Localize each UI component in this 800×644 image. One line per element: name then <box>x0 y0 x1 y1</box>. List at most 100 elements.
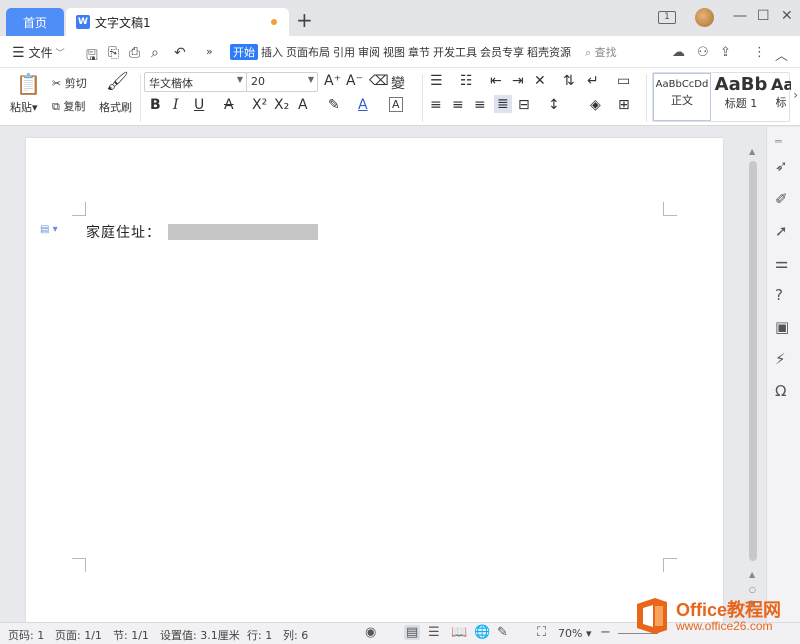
file-menu[interactable]: ☰ 文件 ﹀ <box>12 44 65 61</box>
scroll-up-icon[interactable]: ▲ <box>749 147 755 156</box>
fit-page-icon[interactable]: ⛶ <box>537 625 546 640</box>
font-size-select[interactable]: 20 ▼ <box>246 72 318 92</box>
strikethrough-icon[interactable]: A <box>224 97 234 113</box>
image-icon[interactable]: ▣ <box>775 318 789 336</box>
symbol-icon[interactable]: Ω <box>775 382 786 400</box>
maximize-button[interactable]: ☐ <box>757 8 770 24</box>
tab-developer[interactable]: 开发工具 <box>433 44 477 60</box>
style-heading-1[interactable]: AaBb 标题 1 <box>713 73 769 121</box>
chinese-layout-icon[interactable]: ✕ <box>534 73 546 89</box>
more-vertical-icon[interactable]: ⋮ <box>753 45 766 60</box>
distributed-icon[interactable]: ⊟ <box>518 97 530 113</box>
more-icon[interactable]: » <box>206 45 213 58</box>
underline-icon[interactable]: U <box>194 97 204 113</box>
close-button[interactable]: ✕ <box>781 8 793 24</box>
align-right-icon[interactable]: ≡ <box>474 97 486 113</box>
cursor-icon[interactable]: ➚ <box>775 222 788 240</box>
share-icon[interactable]: ⇪ <box>720 45 731 60</box>
collapse-ribbon-icon[interactable]: ︿ <box>775 45 788 64</box>
help-icon[interactable]: ? <box>775 286 783 304</box>
watermark-logo: Office教程网 www.office26.com <box>633 594 793 640</box>
ribbon: 📋 粘贴▾ ✂ 剪切 ⧉ 复制 🖌 格式刷 华文楷体 ▼ 20 ▼ A⁺ A⁻ … <box>0 68 800 126</box>
new-tab-button[interactable]: + <box>296 10 313 30</box>
cloud-icon[interactable]: ☁ <box>672 45 685 60</box>
subscript-icon[interactable]: X₂ <box>274 97 289 113</box>
line-spacing-icon[interactable]: ↕ <box>548 97 560 113</box>
chevron-right-icon[interactable]: › <box>793 88 798 102</box>
copy-button[interactable]: ⧉ 复制 <box>52 98 85 114</box>
sort-icon[interactable]: ⇅ <box>563 73 575 89</box>
grow-font-icon[interactable]: A⁺ <box>324 73 341 89</box>
phonetic-icon[interactable]: 變 <box>391 73 405 93</box>
format-painter-button[interactable]: 格式刷 <box>99 99 132 115</box>
vertical-scrollbar[interactable]: ▲ ▲ ○ ▼ <box>745 127 761 622</box>
char-border-icon[interactable]: A <box>389 97 403 112</box>
print-icon[interactable]: ⎙ <box>129 45 140 61</box>
paste-button[interactable]: 粘贴▾ <box>10 99 38 115</box>
settings-slider-icon[interactable]: ⚌ <box>775 254 788 272</box>
tab-references[interactable]: 引用 <box>333 44 355 60</box>
font-color-icon[interactable]: A <box>358 97 368 113</box>
tab-review[interactable]: 审阅 <box>358 44 380 60</box>
tab-page-layout[interactable]: 页面布局 <box>286 44 330 60</box>
paragraph-handle-icon[interactable]: ▤ ▾ <box>40 224 58 235</box>
tab-insert[interactable]: 插入 <box>261 44 283 60</box>
document-page[interactable]: ▤ ▾ 家庭住址： <box>26 138 723 622</box>
page-view-icon[interactable]: ▤ <box>404 625 420 640</box>
bullet-list-icon[interactable]: ☰ <box>430 73 443 89</box>
edit-icon[interactable]: ✎ <box>497 625 508 640</box>
shading-icon[interactable]: ◈ <box>590 97 601 113</box>
font-name-select[interactable]: 华文楷体 ▼ <box>144 72 247 92</box>
window-layout-icon[interactable]: 1 <box>658 11 676 24</box>
justify-icon[interactable]: ≣ <box>494 95 512 113</box>
print-preview-icon[interactable]: ⌕ <box>151 45 159 61</box>
bold-icon[interactable]: B <box>150 97 161 113</box>
tab-chapter[interactable]: 章节 <box>408 44 430 60</box>
numbered-list-icon[interactable]: ☷ <box>460 73 473 89</box>
tab-document[interactable]: W 文字文稿1 <box>66 8 289 36</box>
highlight-icon[interactable]: ✎ <box>328 97 340 113</box>
zoom-out-icon[interactable]: − <box>600 625 611 640</box>
superscript-icon[interactable]: X² <box>252 97 267 113</box>
tab-start[interactable]: 开始 <box>230 44 258 60</box>
decrease-indent-icon[interactable]: ⇤ <box>490 73 502 89</box>
tab-view[interactable]: 视图 <box>383 44 405 60</box>
undo-icon[interactable]: ↶ <box>174 45 186 61</box>
scroll-up-icon[interactable]: ▲ <box>749 570 755 579</box>
scroll-center-icon[interactable]: ○ <box>749 585 756 594</box>
text-effect-icon[interactable]: A <box>298 97 308 113</box>
italic-icon[interactable]: I <box>173 97 179 113</box>
paste-icon[interactable]: 📋 <box>16 72 41 96</box>
drag-handle-icon[interactable]: ═ <box>775 135 782 148</box>
scrollbar-thumb[interactable] <box>749 161 757 561</box>
align-center-icon[interactable]: ≡ <box>452 97 464 113</box>
minimize-button[interactable]: — <box>733 8 747 24</box>
export-pdf-icon[interactable]: ⎘ <box>108 45 119 61</box>
tab-member[interactable]: 会员专享 <box>480 44 524 60</box>
style-normal[interactable]: AaBbCcDd 正文 <box>653 73 711 121</box>
pen-icon[interactable]: ✐ <box>775 190 788 208</box>
tab-home[interactable]: 首页 <box>6 8 64 36</box>
cut-button[interactable]: ✂ 剪切 <box>52 75 87 91</box>
outline-view-icon[interactable]: ☰ <box>428 625 440 640</box>
web-view-icon[interactable]: 🌐 <box>474 625 490 640</box>
tab-docer[interactable]: 稻壳资源 <box>527 44 571 60</box>
eye-protection-icon[interactable]: ◉ <box>365 625 376 640</box>
zoom-value[interactable]: 70% ▾ <box>558 627 591 640</box>
save-icon[interactable]: 🖫 <box>86 45 98 69</box>
style-heading-2[interactable]: Aa 标 <box>771 73 791 121</box>
rocket-icon[interactable]: ➶ <box>775 157 788 175</box>
show-marks-icon[interactable]: ↵ <box>587 73 599 89</box>
ruler-icon[interactable]: ▭ <box>617 73 630 89</box>
collaborate-icon[interactable]: ⚇ <box>697 45 709 60</box>
shrink-font-icon[interactable]: A⁻ <box>346 73 363 89</box>
increase-indent-icon[interactable]: ⇥ <box>512 73 524 89</box>
lightning-icon[interactable]: ⚡ <box>775 350 786 368</box>
clear-format-icon[interactable]: ⌫ <box>369 73 389 89</box>
format-painter-icon[interactable]: 🖌 <box>106 71 129 92</box>
reading-view-icon[interactable]: 📖 <box>451 625 467 640</box>
borders-icon[interactable]: ⊞ <box>618 97 630 113</box>
avatar[interactable] <box>695 8 714 27</box>
align-left-icon[interactable]: ≡ <box>430 97 442 113</box>
search-box[interactable]: ⌕ 查找 <box>585 44 617 60</box>
